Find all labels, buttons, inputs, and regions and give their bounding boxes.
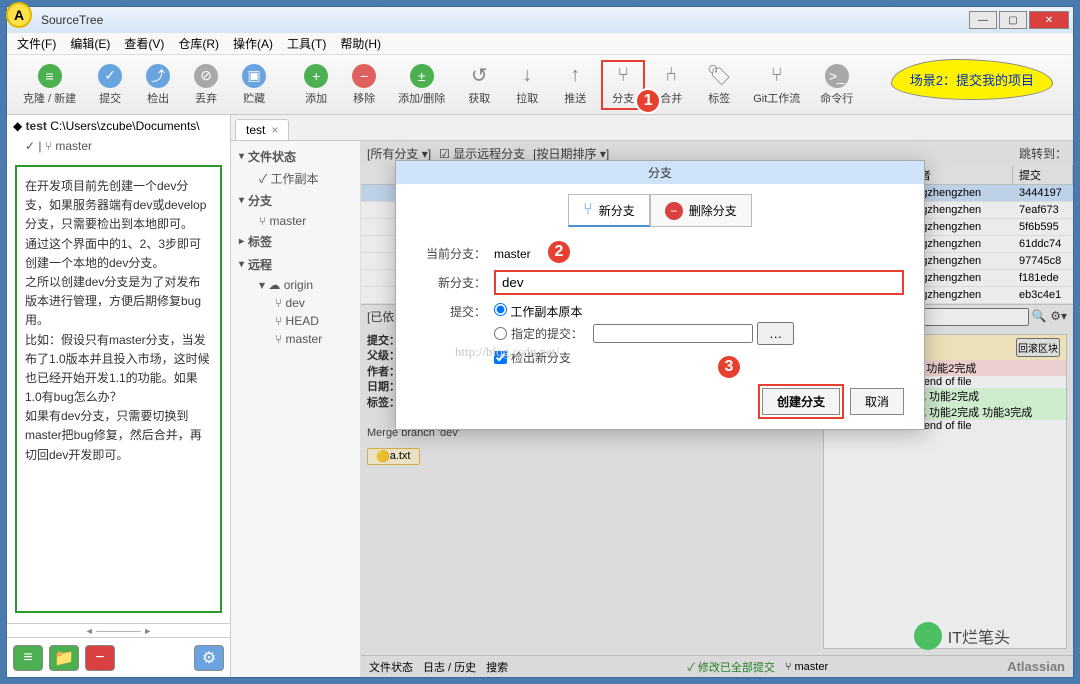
- commit-icon: ✓: [98, 64, 122, 88]
- menu-tools[interactable]: 工具(T): [287, 35, 326, 52]
- sidebar-remotes[interactable]: 远程: [231, 253, 360, 276]
- new-branch-input[interactable]: [494, 270, 904, 295]
- repo-path[interactable]: ◆ test C:\Users\zcube\Documents\: [7, 115, 230, 137]
- repo-tab[interactable]: test×: [235, 119, 289, 140]
- step-2-badge: 2: [546, 239, 572, 265]
- sidebar-branches[interactable]: 分支: [231, 189, 360, 212]
- current-branch-label: 当前分支：: [416, 245, 486, 262]
- remove-icon: −: [352, 64, 376, 88]
- watermark: http://blog.csdn.net/: [455, 344, 559, 360]
- remove-button[interactable]: −移除: [342, 62, 386, 108]
- close-tab-icon[interactable]: ×: [271, 123, 278, 137]
- sidebar-remote-master[interactable]: ⑂ master: [231, 330, 360, 348]
- sidebar-master[interactable]: ⑂ master: [231, 212, 360, 230]
- branch-icon: ⑂: [611, 64, 635, 88]
- branch-button[interactable]: ⑂分支 1: [601, 60, 645, 110]
- scrollbar[interactable]: ◄ ─────── ►: [7, 623, 230, 637]
- add-icon: +: [304, 64, 328, 88]
- tab-new-branch[interactable]: ⑂新分支: [568, 194, 650, 227]
- pull-button[interactable]: ↓拉取: [505, 62, 549, 108]
- addremove-button[interactable]: ±添加/删除: [390, 62, 453, 108]
- tabbar: test×: [231, 115, 1073, 141]
- instructions-text: 在开发项目前先创建一个dev分支，如果服务器端有dev或develop分支，只需…: [25, 179, 210, 462]
- stash-icon: ▣: [242, 64, 266, 88]
- instructions-box: 在开发项目前先创建一个dev分支，如果服务器端有dev或develop分支，只需…: [15, 165, 222, 613]
- sidebar-workingcopy[interactable]: ✓ 工作副本: [231, 168, 360, 189]
- menu-file[interactable]: 文件(F): [17, 35, 56, 52]
- delete-icon: −: [665, 202, 683, 220]
- gitflow-button[interactable]: ⑂Git工作流: [745, 62, 808, 108]
- clone-button[interactable]: ≡克隆 / 新建: [15, 62, 84, 108]
- discard-button[interactable]: ⊘丢弃: [184, 62, 228, 108]
- new-branch-label: 新分支：: [416, 274, 486, 291]
- wechat-credit: IT烂笔头: [914, 622, 1010, 650]
- cli-button[interactable]: >_命令行: [812, 62, 861, 108]
- repo-actions: ≡ 📁 − ⚙: [7, 637, 230, 677]
- fetch-button[interactable]: ↺获取: [457, 62, 501, 108]
- maximize-button[interactable]: ▢: [999, 11, 1027, 29]
- push-icon: ↑: [563, 64, 587, 88]
- current-branch-value: master: [494, 247, 531, 261]
- minimize-button[interactable]: —: [969, 11, 997, 29]
- checkout-icon: ⤴: [146, 64, 170, 88]
- commit-label: 提交：: [416, 303, 486, 320]
- add-button[interactable]: +添加: [294, 62, 338, 108]
- add-repo-button[interactable]: ≡: [13, 645, 43, 671]
- cli-icon: >_: [825, 64, 849, 88]
- menubar: 文件(F) 编辑(E) 查看(V) 仓库(R) 操作(A) 工具(T) 帮助(H…: [7, 33, 1073, 55]
- fetch-icon: ↺: [467, 64, 491, 88]
- repo-branch[interactable]: ✓ | ⑂ master: [7, 137, 230, 155]
- radio-specified[interactable]: [494, 327, 507, 340]
- sidebar-dev[interactable]: ⑂ dev: [231, 294, 360, 312]
- sidebar-filestatus[interactable]: 文件状态: [231, 145, 360, 168]
- titlebar: SourceTree — ▢ ✕: [7, 7, 1073, 33]
- tab-delete-branch[interactable]: −删除分支: [650, 194, 752, 227]
- close-button[interactable]: ✕: [1029, 11, 1069, 29]
- sidebar-tags[interactable]: 标签: [231, 230, 360, 253]
- tag-button[interactable]: 🏷标签: [697, 62, 741, 108]
- repo-panel: ◆ test C:\Users\zcube\Documents\ ✓ | ⑂ m…: [7, 115, 231, 677]
- clone-icon: ≡: [38, 64, 62, 88]
- checkout-button[interactable]: ⤴检出: [136, 62, 180, 108]
- tag-icon: 🏷: [707, 64, 731, 88]
- settings-button[interactable]: ⚙: [194, 645, 224, 671]
- window-title: SourceTree: [41, 13, 103, 27]
- menu-help[interactable]: 帮助(H): [340, 35, 381, 52]
- menu-repo[interactable]: 仓库(R): [178, 35, 219, 52]
- wechat-icon: [914, 622, 942, 650]
- discard-icon: ⊘: [194, 64, 218, 88]
- push-button[interactable]: ↑推送: [553, 62, 597, 108]
- create-branch-button[interactable]: 创建分支: [762, 388, 840, 415]
- addremove-icon: ±: [410, 64, 434, 88]
- sidebar-head[interactable]: ⑂ HEAD: [231, 312, 360, 330]
- radio-workingcopy[interactable]: [494, 303, 507, 316]
- stash-button[interactable]: ▣贮藏: [232, 62, 276, 108]
- menu-view[interactable]: 查看(V): [124, 35, 164, 52]
- gitflow-icon: ⑂: [765, 64, 789, 88]
- sidebar-origin[interactable]: ▾ ☁ origin: [231, 276, 360, 294]
- branch-dialog: 分支 ⑂新分支 −删除分支 当前分支： master 2 新分支： 提交： 工作…: [395, 160, 925, 430]
- add-folder-button[interactable]: 📁: [49, 645, 79, 671]
- remove-repo-button[interactable]: −: [85, 645, 115, 671]
- step-1-badge: 1: [635, 88, 661, 114]
- dialog-title: 分支: [396, 161, 924, 184]
- menu-edit[interactable]: 编辑(E): [70, 35, 110, 52]
- commit-button[interactable]: ✓提交: [88, 62, 132, 108]
- menu-action[interactable]: 操作(A): [233, 35, 273, 52]
- specified-commit-input[interactable]: [593, 324, 753, 343]
- a-badge: A: [6, 2, 32, 28]
- pull-icon: ↓: [515, 64, 539, 88]
- branch-icon: ⑂: [583, 201, 593, 219]
- merge-icon: ⑃: [659, 64, 683, 88]
- sidebar: 文件状态 ✓ 工作副本 分支 ⑂ master 标签 远程 ▾ ☁ origin…: [231, 141, 361, 677]
- browse-commit-button[interactable]: …: [757, 322, 794, 345]
- cancel-button[interactable]: 取消: [850, 388, 904, 415]
- step-3-badge: 3: [716, 354, 742, 380]
